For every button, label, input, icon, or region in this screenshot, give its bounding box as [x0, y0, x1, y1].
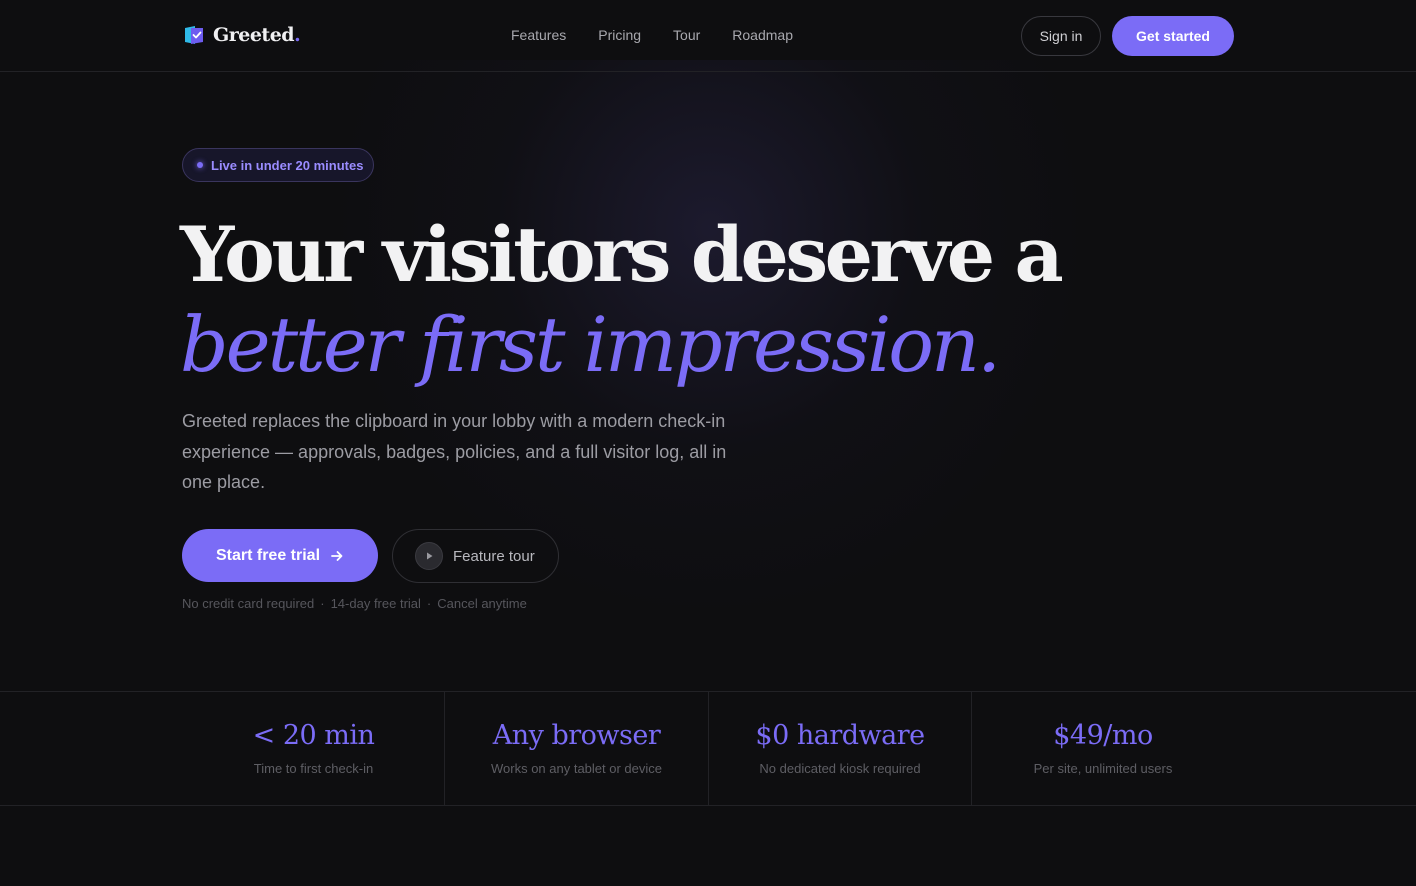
brand-name: Greeted. — [213, 24, 301, 46]
nav-item-tour[interactable]: Tour — [673, 27, 700, 43]
fineprint-item: 14-day free trial — [330, 596, 421, 611]
fineprint-item: Cancel anytime — [437, 596, 527, 611]
get-started-button[interactable]: Get started — [1112, 16, 1234, 56]
hero-title-line1: Your visitors deserve a — [180, 210, 1064, 299]
fineprint-item: No credit card required — [182, 596, 315, 611]
fineprint-separator: · — [320, 596, 325, 611]
start-free-trial-label: Start free trial — [215, 546, 321, 564]
hero-description: Greeted replaces the clipboard in your l… — [182, 411, 727, 492]
hero-badge: Live in under 20 minutes — [182, 148, 374, 182]
logo-icon — [185, 26, 203, 44]
sign-in-button[interactable]: Sign in — [1021, 16, 1101, 56]
stat-label: No dedicated kiosk required — [759, 761, 921, 776]
nav-item-features[interactable]: Features — [511, 27, 566, 43]
stat-label: Works on any tablet or device — [490, 761, 662, 776]
stats-bar: < 20 min Time to first check-in Any brow… — [0, 691, 1416, 806]
stat-label: Per site, unlimited users — [1033, 761, 1173, 776]
stat-value: < 20 min — [252, 720, 375, 751]
stat-value: $49/mo — [1053, 720, 1153, 751]
stat-item: Any browser Works on any tablet or devic… — [445, 692, 708, 805]
play-icon — [415, 542, 443, 570]
stat-value: Any browser — [492, 720, 661, 751]
fineprint-separator: · — [426, 596, 432, 611]
hero-title-line2: better first impression. — [180, 300, 1001, 389]
feature-tour-label: Feature tour — [453, 547, 535, 565]
start-free-trial-button[interactable]: Start free trial — [182, 529, 378, 582]
hero-fineprint: No credit card required · 14-day free tr… — [182, 596, 527, 611]
stat-item: < 20 min Time to first check-in — [182, 692, 445, 805]
stat-value: $0 hardware — [755, 720, 925, 751]
nav-item-pricing[interactable]: Pricing — [598, 27, 641, 43]
stat-item: $0 hardware No dedicated kiosk required — [709, 692, 971, 805]
stat-label: Time to first check-in — [253, 761, 374, 776]
hero-badge-label: Live in under 20 minutes — [211, 157, 364, 173]
main-nav: Features Pricing Tour Roadmap — [511, 27, 793, 43]
brand-logo[interactable]: Greeted. — [183, 24, 301, 46]
arrow-right-icon — [331, 550, 343, 561]
hero-title: Your visitors deserve a better first imp… — [180, 210, 1064, 390]
site-header: Greeted. Features Pricing Tour Roadmap S… — [0, 0, 1416, 72]
feature-tour-button[interactable]: Feature tour — [392, 529, 559, 583]
live-dot-icon — [197, 162, 203, 168]
nav-item-roadmap[interactable]: Roadmap — [732, 27, 793, 43]
stat-item: $49/mo Per site, unlimited users — [972, 692, 1234, 805]
